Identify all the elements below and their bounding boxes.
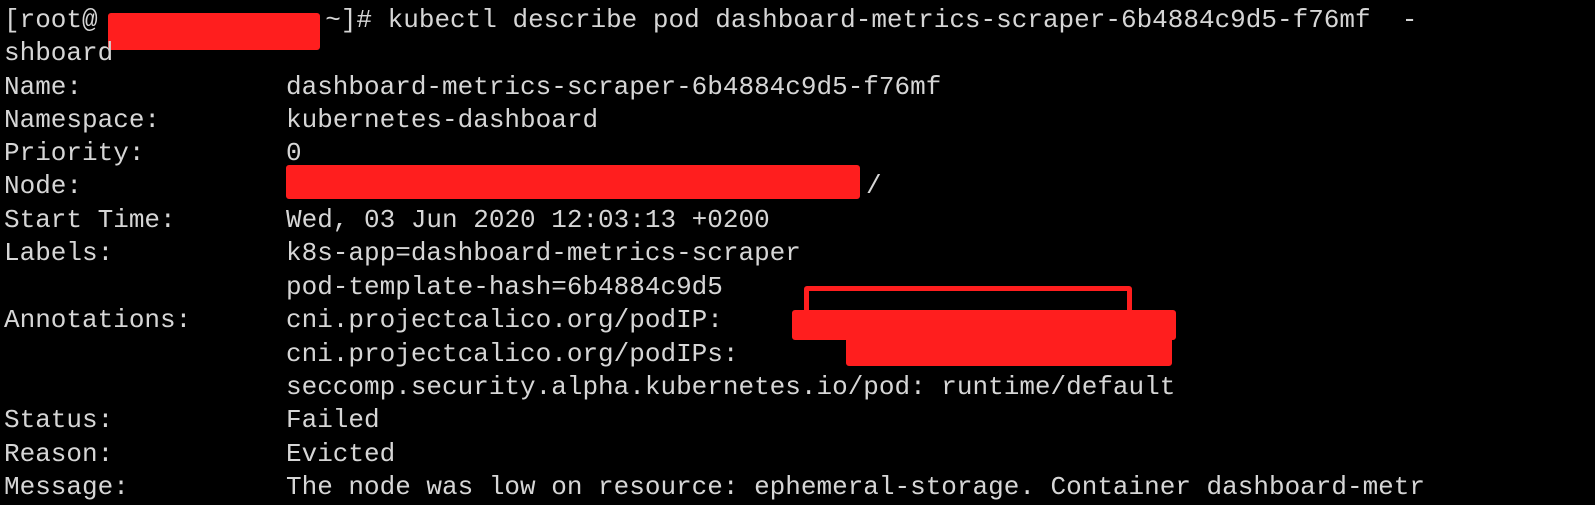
command-wrap: shboard: [4, 38, 114, 68]
labels-value-1: k8s-app=dashboard-metrics-scraper: [286, 238, 801, 268]
message-label: Message:: [4, 472, 129, 502]
terminal-window[interactable]: [root@ ~]# kubectl describe pod dashboar…: [0, 0, 1595, 505]
annotation-podips: cni.projectcalico.org/podIPs:: [286, 339, 755, 369]
prompt-end: ~]#: [309, 5, 388, 35]
start-time-label: Start Time:: [4, 205, 176, 235]
priority-label: Priority:: [4, 138, 145, 168]
name-label: Name:: [4, 72, 83, 102]
node-label: Node:: [4, 171, 83, 201]
reason-label: Reason:: [4, 439, 114, 469]
labels-value-2: pod-template-hash=6b4884c9d5: [286, 272, 723, 302]
reason-value: Evicted: [286, 439, 396, 469]
status-value: Failed: [286, 405, 380, 435]
redaction-podips: [846, 320, 1172, 366]
status-label: Status:: [4, 405, 114, 435]
node-value-suffix: /: [866, 171, 882, 201]
annotation-podip: cni.projectcalico.org/podIP:: [286, 305, 739, 335]
redaction-node: [286, 165, 860, 199]
command-text: kubectl describe pod dashboard-metrics-s…: [387, 5, 1418, 35]
redaction-hostname: [108, 13, 320, 50]
start-time-value: Wed, 03 Jun 2020 12:03:13 +0200: [286, 205, 770, 235]
prompt-start: [root@: [4, 5, 98, 35]
namespace-value: kubernetes-dashboard: [286, 105, 599, 135]
labels-label: Labels:: [4, 238, 114, 268]
namespace-label: Namespace:: [4, 105, 161, 135]
message-value: The node was low on resource: ephemeral-…: [286, 472, 1425, 502]
annotation-seccomp: seccomp.security.alpha.kubernetes.io/pod…: [286, 372, 1176, 402]
annotations-label: Annotations:: [4, 305, 192, 335]
name-value: dashboard-metrics-scraper-6b4884c9d5-f76…: [286, 72, 942, 102]
